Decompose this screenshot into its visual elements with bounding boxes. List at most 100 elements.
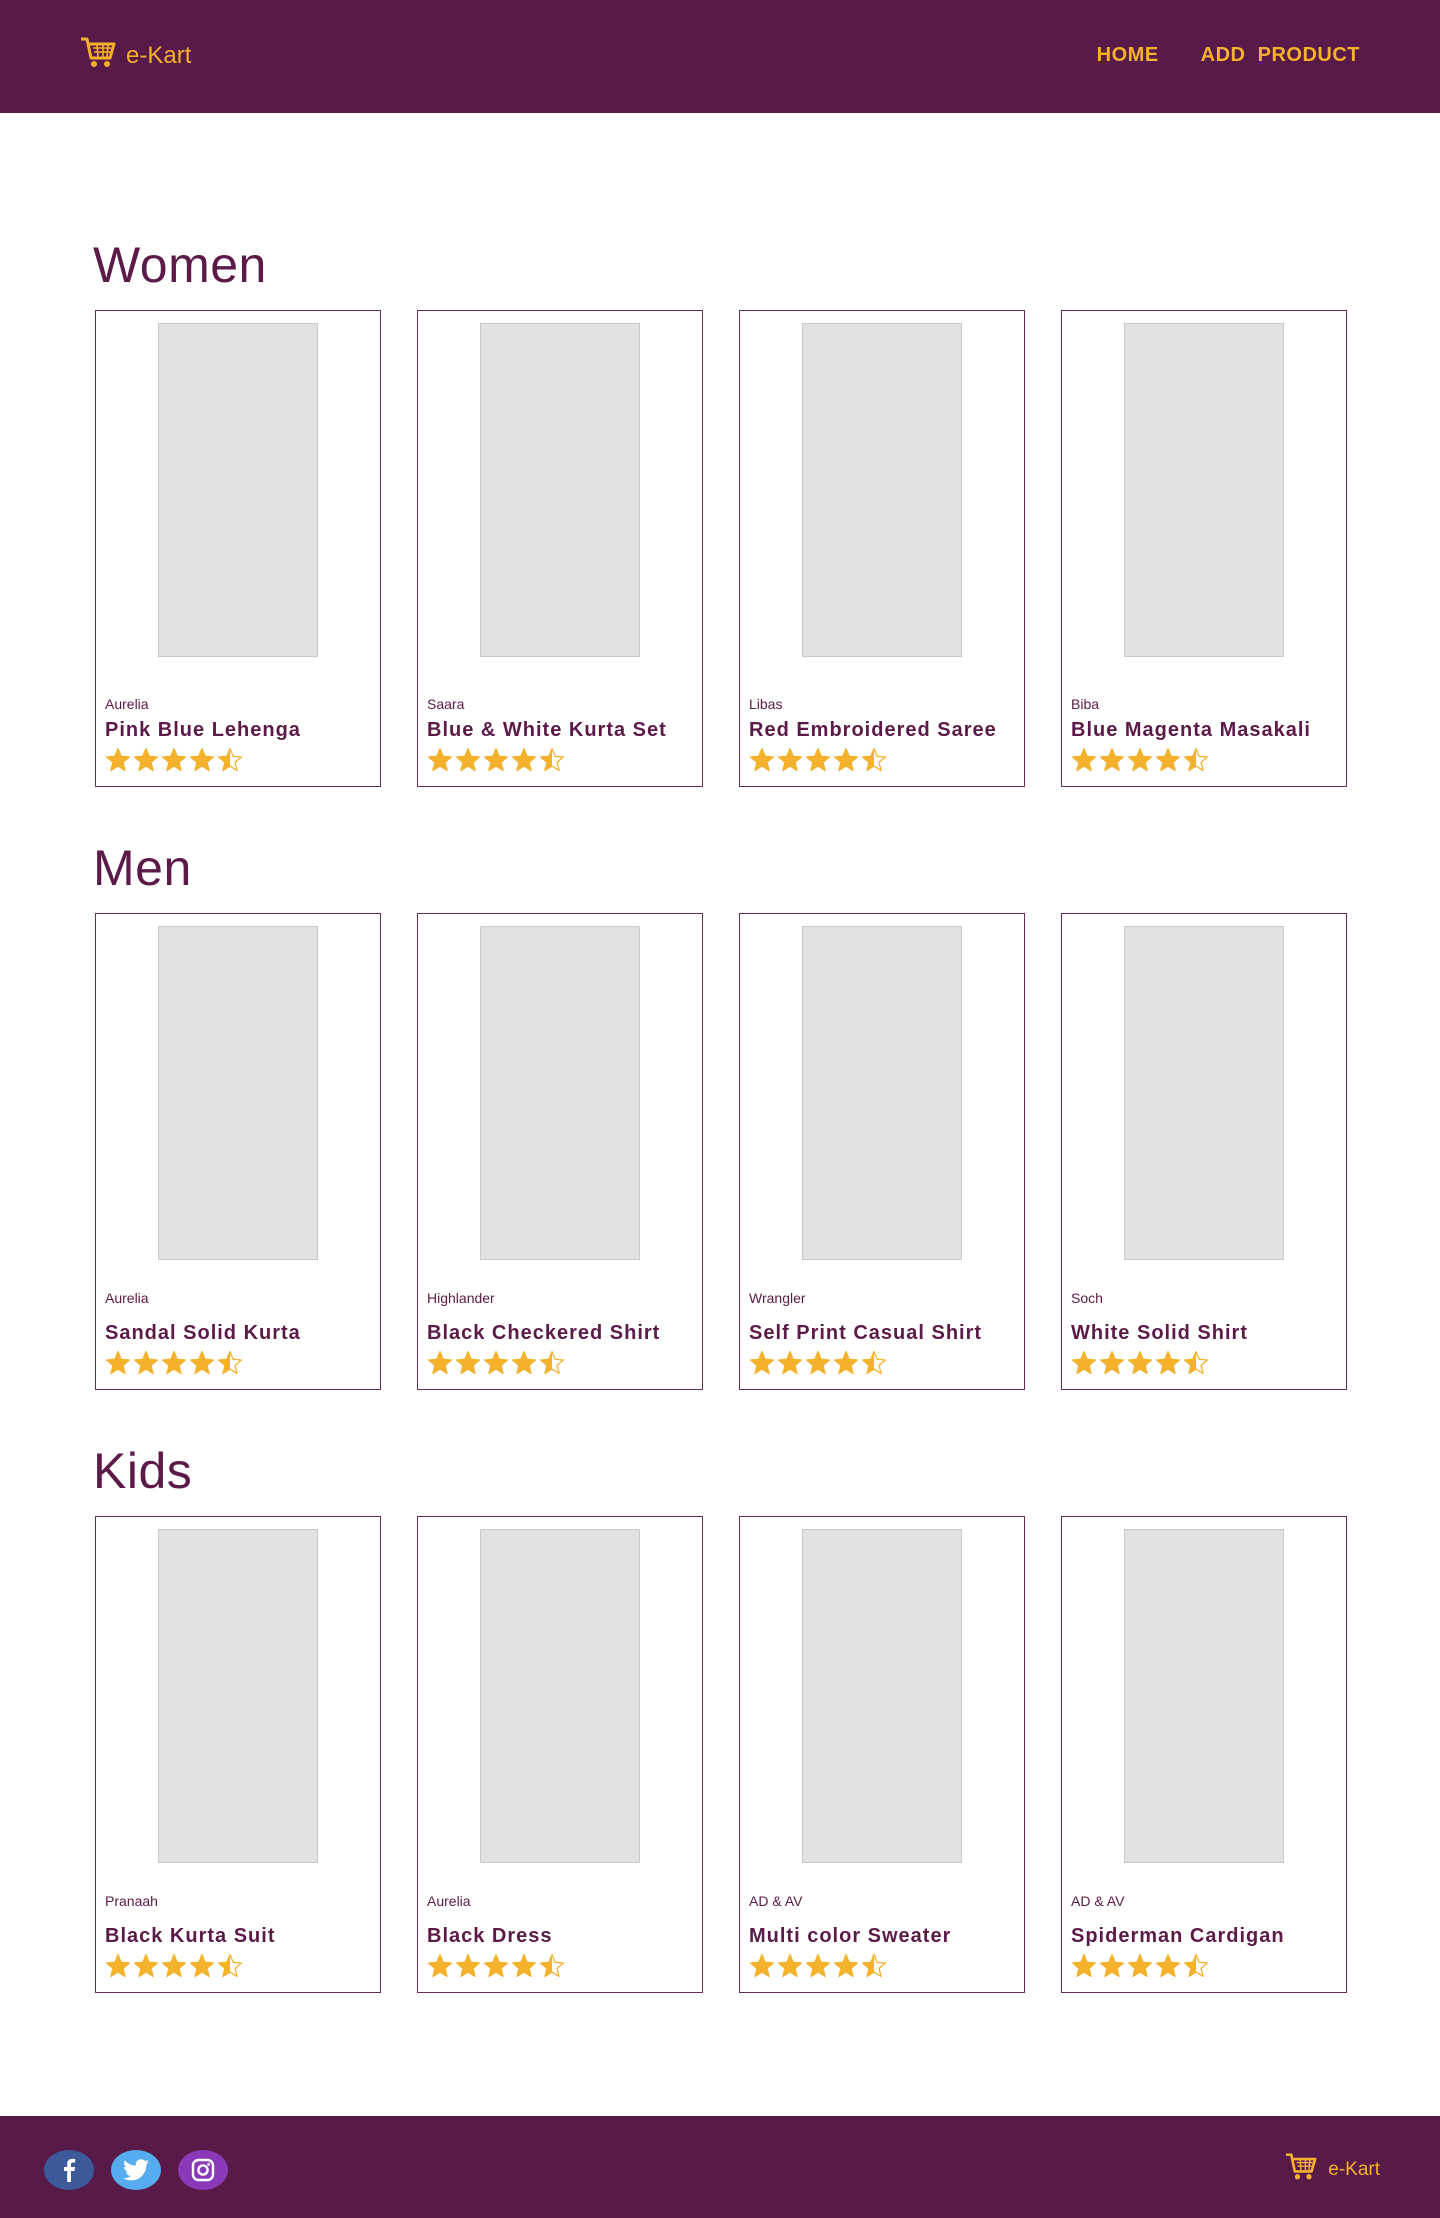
footer-brand-link[interactable]: e-Kart	[1282, 2152, 1380, 2187]
star-half-icon	[217, 1350, 243, 1375]
section-title-men: Men	[93, 840, 192, 896]
star-half-icon	[861, 1953, 887, 1978]
product-card[interactable]: Highlander Black Checkered Shirt	[417, 913, 703, 1390]
star-full-icon	[427, 747, 453, 772]
star-full-icon	[133, 747, 159, 772]
product-image	[802, 926, 962, 1260]
star-full-icon	[427, 1953, 453, 1978]
star-full-icon	[777, 747, 803, 772]
star-half-icon	[1183, 1350, 1209, 1375]
star-full-icon	[511, 1350, 537, 1375]
product-image	[480, 323, 640, 657]
star-full-icon	[749, 1350, 775, 1375]
star-rating	[1071, 1953, 1209, 1979]
product-name: Sandal Solid Kurta	[105, 1322, 301, 1344]
section-title-kids: Kids	[93, 1443, 193, 1499]
product-card[interactable]: Pranaah Black Kurta Suit	[95, 1516, 381, 1993]
product-brand: Libas	[749, 696, 783, 712]
star-full-icon	[161, 747, 187, 772]
star-full-icon	[1071, 747, 1097, 772]
brand-logo-link[interactable]: e-Kart	[80, 36, 191, 75]
star-full-icon	[777, 1350, 803, 1375]
star-full-icon	[777, 1953, 803, 1978]
product-image	[1124, 323, 1284, 657]
star-rating	[749, 1350, 887, 1376]
product-brand: Wrangler	[749, 1290, 806, 1306]
product-card[interactable]: Saara Blue & White Kurta Set	[417, 310, 703, 787]
shopping-cart-icon	[1282, 2152, 1320, 2187]
site-footer: e-Kart	[0, 2116, 1440, 2218]
product-card[interactable]: Wrangler Self Print Casual Shirt	[739, 913, 1025, 1390]
product-grid-men: Aurelia Sandal Solid Kurta Highlander Bl…	[95, 913, 1347, 1390]
product-name: White Solid Shirt	[1071, 1322, 1248, 1344]
product-brand: Aurelia	[427, 1893, 471, 1909]
star-half-icon	[539, 1350, 565, 1375]
star-half-icon	[861, 1350, 887, 1375]
product-brand: Soch	[1071, 1290, 1103, 1306]
product-image	[1124, 926, 1284, 1260]
star-full-icon	[133, 1350, 159, 1375]
star-half-icon	[217, 747, 243, 772]
star-rating	[1071, 1350, 1209, 1376]
star-full-icon	[805, 1953, 831, 1978]
product-brand: Biba	[1071, 696, 1100, 712]
star-rating	[1071, 747, 1209, 773]
star-rating	[427, 1953, 565, 1979]
product-name: Red Embroidered Saree	[749, 719, 997, 741]
social-links	[44, 2150, 228, 2190]
star-full-icon	[105, 1953, 131, 1978]
instagram-icon[interactable]	[178, 2150, 228, 2190]
product-card[interactable]: Aurelia Black Dress	[417, 1516, 703, 1993]
star-full-icon	[1099, 1350, 1125, 1375]
star-full-icon	[511, 1953, 537, 1978]
product-name: Pink Blue Lehenga	[105, 719, 301, 741]
product-name: Self Print Casual Shirt	[749, 1322, 983, 1344]
star-full-icon	[483, 1350, 509, 1375]
product-card[interactable]: Aurelia Sandal Solid Kurta	[95, 913, 381, 1390]
product-grid-women: Aurelia Pink Blue Lehenga Saara Blue & W…	[95, 310, 1347, 787]
star-full-icon	[133, 1953, 159, 1978]
product-card[interactable]: AD & AV Spiderman Cardigan	[1061, 1516, 1347, 1993]
star-full-icon	[455, 1953, 481, 1978]
star-full-icon	[189, 1953, 215, 1978]
product-card[interactable]: Aurelia Pink Blue Lehenga	[95, 310, 381, 787]
facebook-icon[interactable]	[44, 2150, 94, 2190]
product-name: Black Checkered Shirt	[427, 1322, 661, 1344]
star-full-icon	[805, 1350, 831, 1375]
product-image	[480, 1529, 640, 1863]
star-half-icon	[539, 747, 565, 772]
star-half-icon	[217, 1953, 243, 1978]
product-brand: Aurelia	[105, 1290, 149, 1306]
star-full-icon	[511, 747, 537, 772]
product-card[interactable]: Biba Blue Magenta Masakali	[1061, 310, 1347, 787]
star-full-icon	[833, 1953, 859, 1978]
nav-home-link[interactable]: HOME	[1097, 44, 1159, 67]
star-full-icon	[1155, 1350, 1181, 1375]
star-full-icon	[749, 1953, 775, 1978]
product-image	[1124, 1529, 1284, 1863]
product-name: Multi color Sweater	[749, 1925, 952, 1947]
star-full-icon	[1155, 747, 1181, 772]
product-image	[158, 1529, 318, 1863]
star-half-icon	[539, 1953, 565, 1978]
star-rating	[105, 747, 243, 773]
star-rating	[749, 1953, 887, 1979]
star-rating	[427, 747, 565, 773]
product-card[interactable]: Libas Red Embroidered Saree	[739, 310, 1025, 787]
product-name: Black Kurta Suit	[105, 1925, 276, 1947]
main-nav: HOME ADD PRODUCT	[1097, 44, 1360, 67]
star-full-icon	[427, 1350, 453, 1375]
product-image	[802, 1529, 962, 1863]
star-full-icon	[1099, 1953, 1125, 1978]
star-full-icon	[105, 747, 131, 772]
star-half-icon	[861, 747, 887, 772]
product-brand: Highlander	[427, 1290, 495, 1306]
star-full-icon	[1155, 1953, 1181, 1978]
product-card[interactable]: Soch White Solid Shirt	[1061, 913, 1347, 1390]
nav-add-product-link[interactable]: ADD PRODUCT	[1201, 44, 1360, 67]
star-full-icon	[161, 1350, 187, 1375]
star-full-icon	[1071, 1350, 1097, 1375]
brand-name: e-Kart	[126, 41, 192, 69]
twitter-icon[interactable]	[111, 2150, 161, 2190]
product-card[interactable]: AD & AV Multi color Sweater	[739, 1516, 1025, 1993]
